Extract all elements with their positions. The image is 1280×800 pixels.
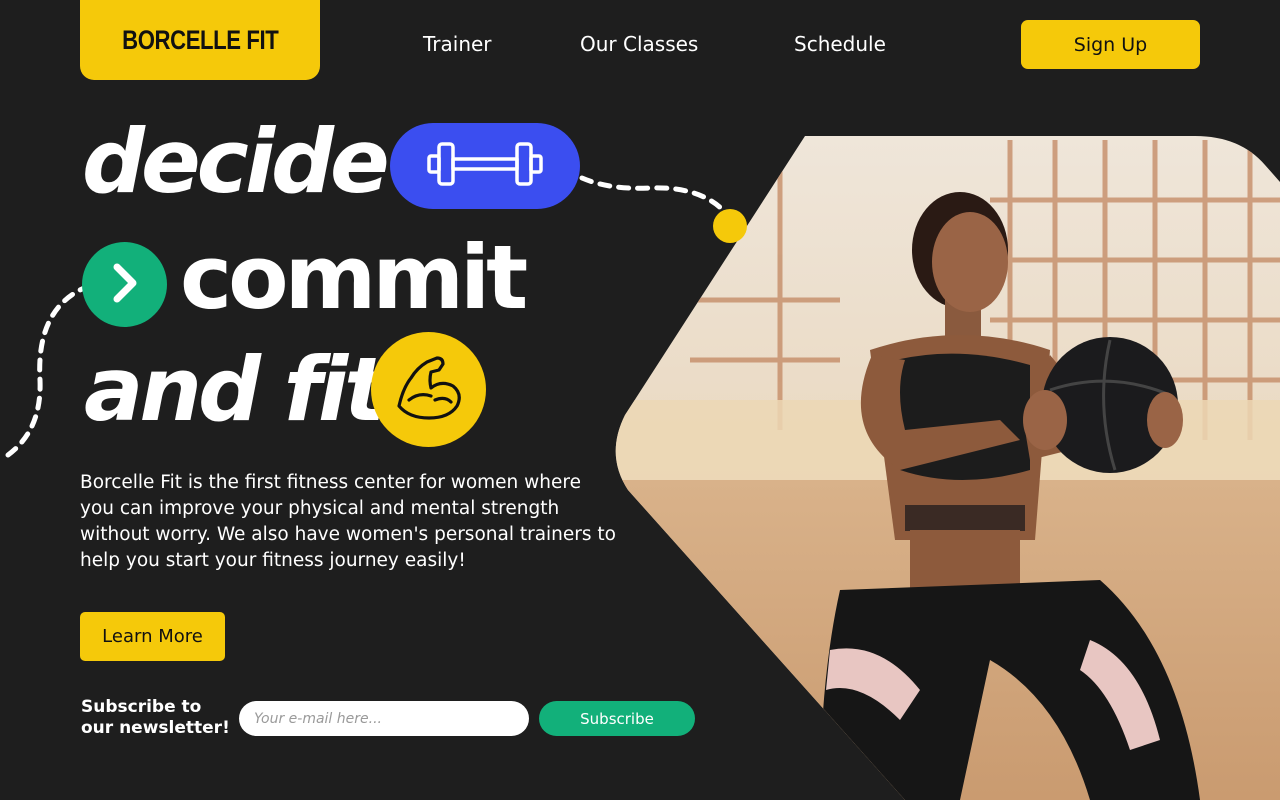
newsletter-label: Subscribe to our newsletter! [81, 697, 241, 739]
chevron-badge [82, 242, 167, 327]
hero-line-and-fit: and fit [84, 338, 386, 441]
dumbbell-badge [390, 123, 580, 209]
flexed-arm-icon [389, 348, 469, 432]
nav-trainer[interactable]: Trainer [423, 32, 492, 56]
hero-description: Borcelle Fit is the first fitness center… [80, 472, 616, 571]
learn-more-button[interactable]: Learn More [80, 612, 225, 661]
sign-up-button[interactable]: Sign Up [1021, 20, 1200, 69]
nav-schedule[interactable]: Schedule [794, 32, 886, 56]
chevron-right-icon [105, 261, 145, 309]
path-end-dot [713, 209, 747, 243]
hero-line-decide: decide [82, 110, 390, 213]
hero-line-commit: commit [180, 226, 528, 329]
subscribe-button[interactable]: Subscribe [539, 701, 695, 736]
newsletter-label-line2: our newsletter! [81, 718, 230, 738]
dumbbell-icon [425, 136, 545, 196]
brand-name: BORCELLE FIT [121, 24, 279, 55]
newsletter-label-line1: Subscribe to [81, 697, 202, 717]
flexed-arm-badge [371, 332, 486, 447]
nav-our-classes[interactable]: Our Classes [580, 32, 698, 56]
email-input[interactable] [239, 701, 529, 736]
brand-logo[interactable]: BORCELLE FIT [80, 0, 320, 80]
